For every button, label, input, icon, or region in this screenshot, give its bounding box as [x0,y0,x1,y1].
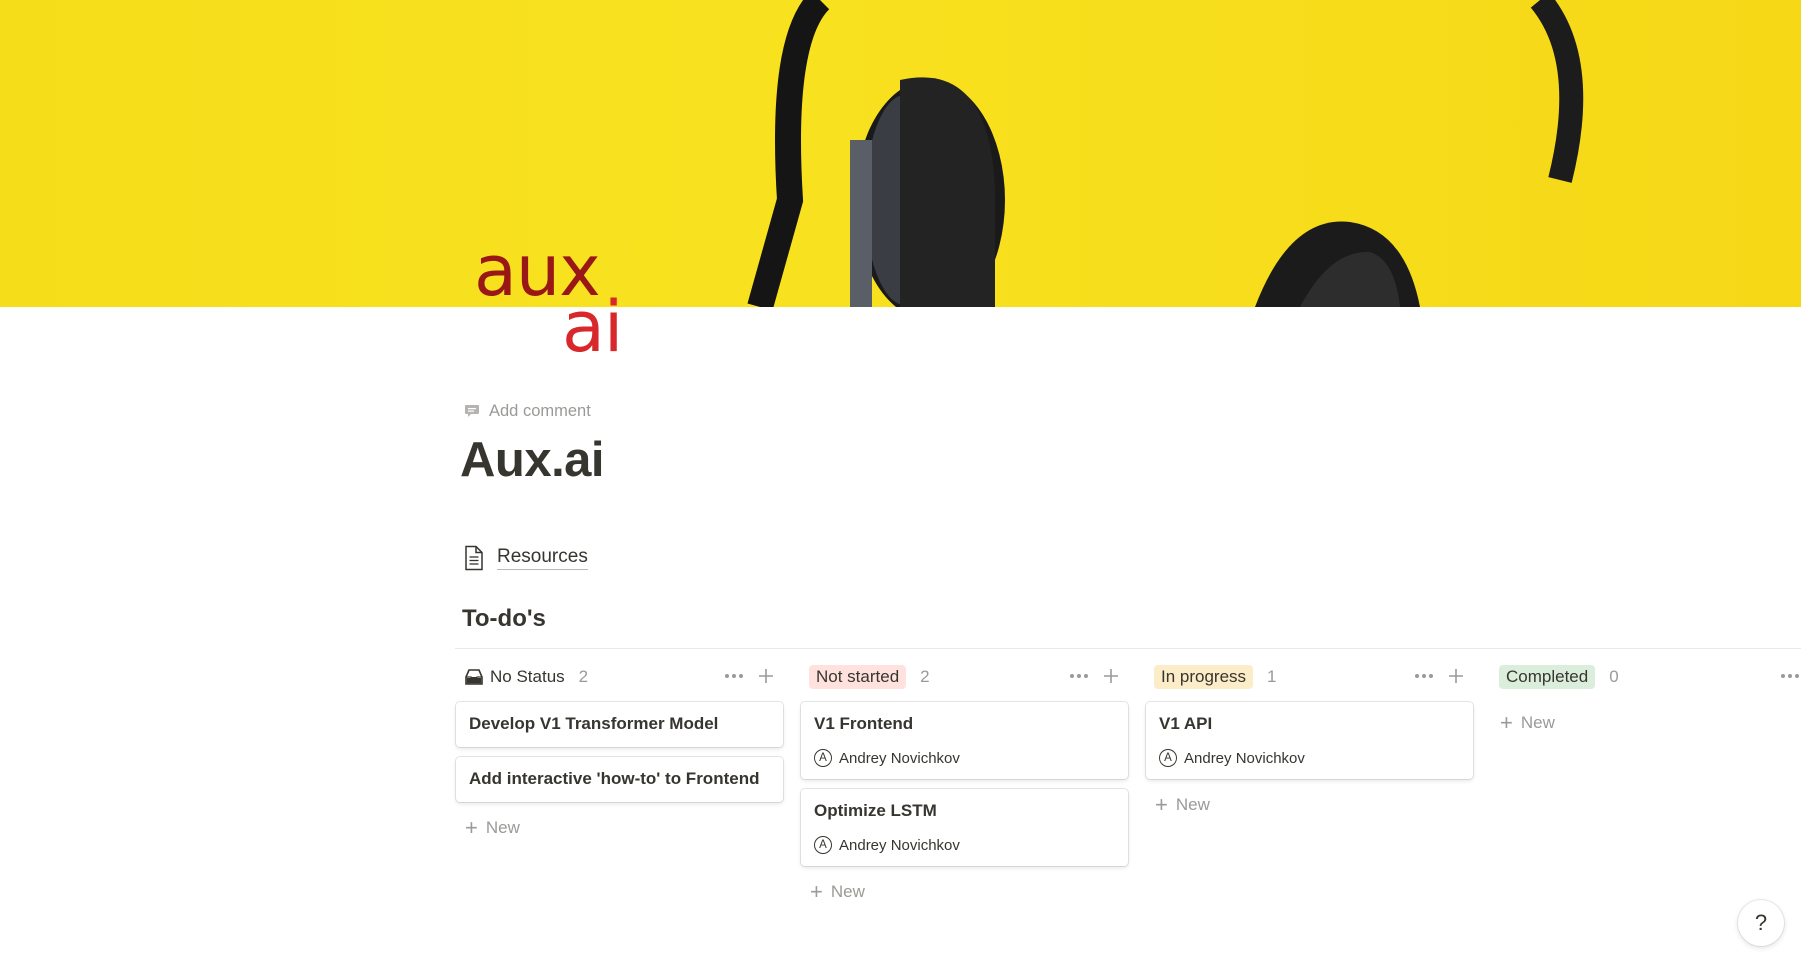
board-card[interactable]: V1 API A Andrey Novichkov [1146,702,1473,779]
new-card-label: New [1175,795,1210,814]
card-assignee[interactable]: A Andrey Novichkov [1159,749,1460,767]
section-divider [455,648,1801,649]
assignee-name: Andrey Novichkov [839,836,960,854]
column-count: 2 [920,667,930,686]
assignee-name: Andrey Novichkov [839,749,960,767]
plus-icon: + [810,879,823,904]
help-button[interactable]: ? [1738,900,1784,946]
column-status: No Status [464,667,565,687]
column-status-label: Not started [809,665,907,689]
board-column-not-started: Not started 2 V1 Frontend A Andrey Novic… [801,662,1128,903]
new-card-button[interactable]: + New [1491,712,1801,734]
resources-link-label: Resources [497,546,588,570]
card-title: V1 API [1159,714,1213,733]
column-status-label: Completed [1499,665,1596,689]
add-comment-label: Add comment [489,401,591,420]
new-card-label: New [830,882,865,901]
plus-icon: + [465,815,478,840]
plus-icon: + [1155,792,1168,817]
avatar: A [814,836,832,854]
page-cover-image[interactable] [0,0,1801,307]
page-title[interactable]: Aux.ai [460,432,605,488]
board-card[interactable]: V1 Frontend A Andrey Novichkov [801,702,1128,779]
new-card-button[interactable]: + New [801,881,1128,903]
add-card-icon[interactable] [755,665,777,687]
resources-page-link[interactable]: Resources [463,545,588,571]
document-icon [463,545,487,571]
column-header[interactable]: Not started 2 [801,662,1128,692]
card-assignee[interactable]: A Andrey Novichkov [814,749,1115,767]
new-card-button[interactable]: + New [456,817,783,839]
board-card[interactable]: Optimize LSTM A Andrey Novichkov [801,789,1128,866]
plus-icon: + [1500,710,1513,734]
card-assignee[interactable]: A Andrey Novichkov [814,836,1115,854]
column-header[interactable]: No Status 2 [456,662,783,692]
card-title: V1 Frontend [814,714,914,733]
more-options-icon[interactable] [1413,665,1435,687]
card-title: Add interactive 'how-to' to Frontend [469,769,760,788]
assignee-name: Andrey Novichkov [1184,749,1305,767]
new-card-button[interactable]: + New [1146,794,1473,816]
column-count: 0 [1609,667,1619,686]
comment-icon [463,402,481,420]
board-column-no-status: No Status 2 Develop V1 Transformer Model… [456,662,783,839]
more-options-icon[interactable] [1068,665,1090,687]
more-options-icon[interactable] [723,665,745,687]
column-status-label: No Status [490,667,565,686]
column-count: 2 [578,667,589,686]
card-title: Optimize LSTM [814,801,937,820]
more-options-icon[interactable] [1779,665,1801,687]
avatar: A [1159,749,1177,767]
headphones-illustration [747,0,1584,307]
todos-section-title[interactable]: To-do's [462,605,546,633]
new-card-label: New [1520,713,1555,732]
card-title: Develop V1 Transformer Model [469,714,719,733]
page-icon-logo[interactable]: aux ai [470,236,630,366]
inbox-icon [464,668,484,686]
logo-ai-text: ai [562,286,623,368]
board-card[interactable]: Develop V1 Transformer Model [456,702,783,747]
column-count: 1 [1267,667,1277,686]
column-status-label: In progress [1154,665,1254,689]
avatar: A [814,749,832,767]
board-column-in-progress: In progress 1 V1 API A Andrey Novichkov … [1146,662,1473,816]
add-card-icon[interactable] [1445,665,1467,687]
add-comment-button[interactable]: Add comment [463,399,591,423]
new-card-label: New [485,818,520,837]
board-column-completed: Completed 0 + New [1491,662,1801,734]
column-header[interactable]: Completed 0 [1491,662,1801,692]
column-header[interactable]: In progress 1 [1146,662,1473,692]
add-card-icon[interactable] [1100,665,1122,687]
board-card[interactable]: Add interactive 'how-to' to Frontend [456,757,783,802]
